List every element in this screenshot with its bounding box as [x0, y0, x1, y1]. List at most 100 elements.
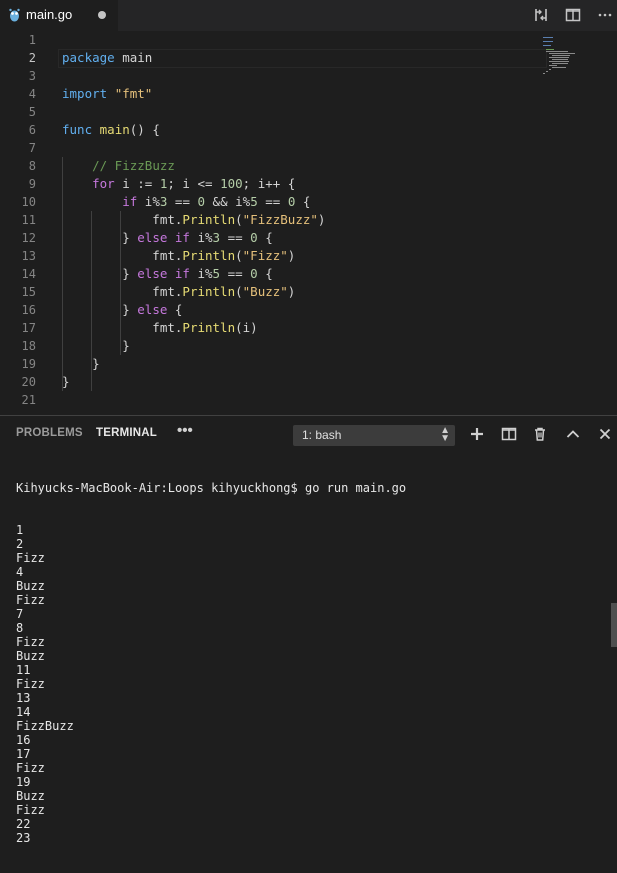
code-token: fmt. [62, 248, 183, 263]
code-token: } [62, 356, 100, 371]
code-token: { [167, 302, 183, 317]
code-token: main [99, 122, 130, 137]
code-line[interactable]: } [62, 373, 70, 391]
maximize-panel-icon[interactable] [565, 426, 581, 442]
code-token: i := [114, 176, 160, 191]
code-token: == [220, 266, 251, 281]
line-number: 16 [21, 303, 36, 317]
code-token: { [257, 230, 273, 245]
terminal-line: 1 [16, 523, 24, 537]
code-token: i% [189, 230, 213, 245]
line-number: 9 [28, 177, 36, 191]
code-token: ( [235, 212, 243, 227]
line-number: 13 [21, 249, 36, 263]
tab-problems[interactable]: PROBLEMS [16, 427, 83, 439]
code-token: { [257, 266, 273, 281]
code-token: 0 [250, 230, 258, 245]
code-line[interactable]: } else if i%5 == 0 { [62, 265, 273, 283]
code-line[interactable]: fmt.Println("FizzBuzz") [62, 211, 325, 229]
git-compare-icon[interactable] [533, 7, 549, 23]
code-line[interactable]: func main() { [62, 121, 160, 139]
indent-guide [91, 211, 92, 391]
code-token: i% [189, 266, 213, 281]
line-number: 11 [21, 213, 36, 227]
line-number: 8 [28, 159, 36, 173]
editor-tab-bar: main.go [0, 0, 617, 31]
code-line[interactable]: fmt.Println("Buzz") [62, 283, 295, 301]
unsaved-indicator-icon[interactable] [98, 11, 106, 19]
code-token: Println [182, 320, 236, 335]
trash-icon[interactable] [532, 426, 548, 442]
code-token: } [62, 302, 138, 317]
line-number: 14 [21, 267, 36, 281]
code-token: "FizzBuzz" [242, 212, 318, 227]
line-number: 15 [21, 285, 36, 299]
line-number: 2 [28, 51, 36, 65]
code-token: "fmt" [114, 86, 153, 101]
code-token: main [114, 50, 153, 65]
code-token: && i% [205, 194, 251, 209]
code-token: func [62, 122, 93, 137]
tab-main-go[interactable]: main.go [0, 0, 118, 31]
code-line[interactable]: if i%3 == 0 && i%5 == 0 { [62, 193, 310, 211]
close-panel-icon[interactable] [597, 426, 613, 442]
code-editor[interactable]: 1 2 3 4 5 6 7 8 9 10 11 12 13 14 15 16 17 18 19 20 21 packag… [0, 31, 617, 415]
code-token: ( [235, 284, 243, 299]
line-number: 21 [21, 393, 36, 407]
minimap[interactable] [541, 35, 581, 75]
terminal-output[interactable]: Kihyucks-MacBook-Air:Loops kihyuckhong$ … [16, 453, 406, 873]
tab-title: main.go [26, 7, 73, 22]
terminal-line: FizzBuzz [16, 719, 74, 733]
code-token: for [92, 176, 115, 191]
code-line[interactable]: package main [62, 49, 152, 67]
code-token: i% [137, 194, 160, 209]
code-line[interactable]: } [62, 355, 100, 373]
code-token: package [62, 50, 115, 65]
code-line[interactable]: } else { [62, 301, 182, 319]
code-token: else [137, 302, 168, 317]
add-terminal-icon[interactable] [469, 426, 485, 442]
code-token: 0 [250, 266, 258, 281]
line-number: 19 [21, 357, 36, 371]
line-number: 4 [28, 87, 36, 101]
code-line[interactable]: } else if i%3 == 0 { [62, 229, 273, 247]
tab-terminal[interactable]: TERMINAL [96, 427, 157, 439]
terminal-line: Fizz [16, 677, 45, 691]
line-number: 5 [28, 105, 36, 119]
terminal-line: Fizz [16, 803, 45, 817]
split-terminal-icon[interactable] [501, 426, 517, 442]
terminal-line: 2 [16, 537, 24, 551]
code-line[interactable]: for i := 1; i <= 100; i++ { [62, 175, 295, 193]
go-gopher-icon [9, 8, 20, 22]
indent-guide [120, 211, 121, 355]
code-token: else if [137, 230, 190, 245]
code-token: () { [129, 122, 160, 137]
terminal-line: Fizz [16, 593, 45, 607]
code-token: ; i++ { [242, 176, 296, 191]
code-token: } [62, 230, 138, 245]
bottom-panel: PROBLEMS TERMINAL ••• 1: bash ▲ ▼ Kihyuck… [0, 415, 617, 845]
terminal-output-lines: 1 2 Fizz 4 Buzz Fizz 7 8 Fizz Buzz 11 Fizz 13 14 FizzB… [16, 523, 406, 845]
split-editor-icon[interactable] [565, 7, 581, 23]
code-token: (i) [235, 320, 258, 335]
line-number: 10 [21, 195, 36, 209]
panel-more-button[interactable]: ••• [177, 422, 193, 439]
more-actions-icon[interactable] [597, 7, 613, 23]
code-token: ) [287, 284, 296, 299]
terminal-scrollbar-thumb[interactable] [611, 603, 617, 647]
terminal-line: Buzz [16, 789, 45, 803]
terminal-line: Fizz [16, 635, 45, 649]
code-line[interactable]: // FizzBuzz [62, 157, 175, 175]
terminal-line: Fizz [16, 551, 45, 565]
terminal-select[interactable]: 1: bash ▲ ▼ [293, 425, 455, 446]
code-token: 5 [212, 266, 221, 281]
code-token: ( [235, 248, 243, 263]
code-token: Println [182, 248, 236, 263]
code-token: "Fizz" [242, 248, 288, 263]
code-line[interactable]: fmt.Println("Fizz") [62, 247, 295, 265]
code-line[interactable]: import "fmt" [62, 85, 152, 103]
